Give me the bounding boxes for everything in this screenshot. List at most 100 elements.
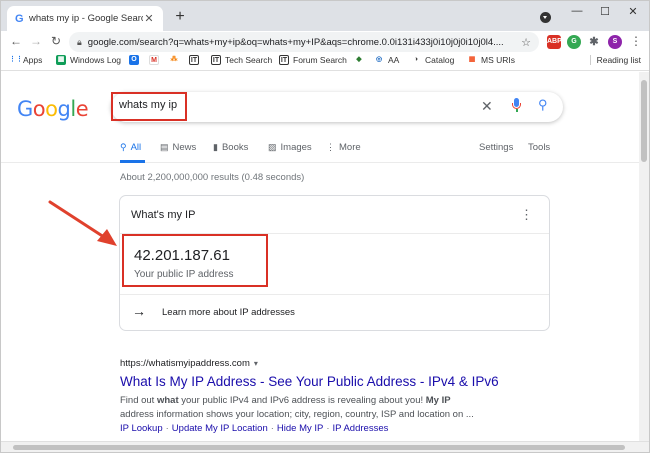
bookmark-apps[interactable]: ⋮⋮ Apps bbox=[9, 55, 42, 65]
browser-tab[interactable]: G whats my ip - Google Search ✕ bbox=[7, 6, 163, 31]
new-tab-button[interactable]: + bbox=[172, 8, 188, 26]
sitelink-ip-addresses[interactable]: IP Addresses bbox=[333, 423, 389, 434]
adblock-extension-icon[interactable]: ABP bbox=[547, 35, 562, 49]
red-annotation-arrow-icon bbox=[48, 200, 117, 246]
it-icon: IT bbox=[189, 55, 199, 65]
bookmark-label: Windows Log bbox=[70, 55, 122, 65]
bookmark-tech-search[interactable]: IT Tech Search bbox=[211, 55, 272, 65]
tab-images[interactable]: ▨ Images bbox=[268, 142, 312, 153]
bookmark-it[interactable]: IT bbox=[189, 55, 203, 65]
tab-close-icon[interactable]: ✕ bbox=[143, 12, 155, 25]
bookmark-label: Catalog bbox=[425, 55, 455, 65]
sitelink-ip-lookup[interactable]: IP Lookup bbox=[120, 423, 163, 434]
bookmark-gmail[interactable]: M bbox=[149, 55, 163, 65]
arrow-right-icon[interactable]: → bbox=[132, 303, 146, 319]
back-button[interactable]: ← bbox=[9, 34, 23, 48]
tab-label: News bbox=[172, 142, 197, 153]
reload-button[interactable]: ↻ bbox=[49, 34, 63, 48]
bookmark-outlook[interactable]: O bbox=[129, 55, 143, 65]
tab-books[interactable]: ▮ Books bbox=[213, 142, 248, 153]
result-stats: About 2,200,000,000 results (0.48 second… bbox=[120, 172, 305, 183]
close-window-button[interactable]: ✕ bbox=[626, 5, 640, 18]
card-heading: What's my IP bbox=[131, 209, 196, 221]
snippet-bold: what bbox=[156, 395, 179, 406]
profile-avatar[interactable]: S bbox=[608, 35, 622, 49]
result-url[interactable]: https://whatismyipaddress.com ▾ bbox=[120, 358, 258, 369]
scrollbar-thumb[interactable] bbox=[13, 445, 625, 450]
bookmark-aa[interactable]: ◎ AA bbox=[374, 55, 399, 65]
scrollbar-thumb[interactable] bbox=[641, 80, 647, 162]
more-options-icon[interactable]: ⋮ bbox=[520, 208, 533, 221]
bookmark-star-icon[interactable]: ☆ bbox=[521, 36, 531, 49]
tab-all[interactable]: ⚲ All bbox=[120, 142, 141, 153]
voice-search-icon[interactable] bbox=[512, 98, 521, 112]
reading-list-button[interactable]: Reading list bbox=[589, 55, 641, 65]
snippet-bold: My IP bbox=[425, 395, 451, 406]
sitelinks: IP Lookup · Update My IP Location · Hide My … bbox=[120, 423, 388, 434]
logo-letter: g bbox=[57, 97, 71, 121]
sitelink-separator: · bbox=[270, 423, 274, 434]
extensions-puzzle-icon[interactable]: ✱ bbox=[587, 35, 601, 49]
browser-window: G whats my ip - Google Search ✕ + — ☐ ✕ … bbox=[0, 0, 650, 453]
outlook-icon: O bbox=[129, 55, 139, 65]
result-tabs: ⚲ All ▤ News ▮ Books ▨ Images ⋮ More Set… bbox=[1, 135, 641, 163]
search-input[interactable]: whats my ip bbox=[119, 99, 177, 111]
browser-menu-icon[interactable]: ⋮ bbox=[629, 34, 643, 48]
clear-search-icon[interactable]: ✕ bbox=[481, 98, 493, 115]
forward-button[interactable]: → bbox=[29, 34, 43, 48]
tab-label: All bbox=[130, 142, 142, 153]
bookmark-ms-uris[interactable]: ▦ MS URIs bbox=[467, 55, 515, 65]
minimize-button[interactable]: — bbox=[570, 5, 584, 17]
search-box[interactable]: whats my ip ✕ ⚲ bbox=[111, 92, 563, 122]
tools-link[interactable]: Tools bbox=[528, 142, 550, 153]
lock-icon: 🔒︎ bbox=[77, 36, 82, 47]
logo-letter: o bbox=[32, 97, 46, 121]
settings-link[interactable]: Settings bbox=[479, 142, 513, 153]
learn-more-link[interactable]: Learn more about IP addresses bbox=[162, 307, 295, 318]
tab-more[interactable]: ⋮ More bbox=[326, 142, 361, 153]
sitelink-hide-ip[interactable]: Hide My IP bbox=[277, 423, 323, 434]
image-icon: ▨ bbox=[268, 142, 277, 152]
result-title-link[interactable]: What Is My IP Address - See Your Public … bbox=[120, 374, 499, 389]
ext-label: ABP bbox=[547, 38, 562, 45]
bookmark-windows-log[interactable]: ▦ Windows Log bbox=[56, 55, 121, 65]
chevron-down-icon[interactable]: ▾ bbox=[254, 359, 258, 368]
logo-letter: e bbox=[75, 97, 89, 121]
snippet-text: address information shows your location;… bbox=[120, 409, 474, 420]
bookmark-orange[interactable]: ⁂ bbox=[169, 55, 183, 65]
catalog-icon: ◑ bbox=[413, 56, 419, 63]
bookmark-catalog[interactable]: ◑ Catalog bbox=[411, 55, 454, 65]
snippet-text: Find out bbox=[120, 395, 157, 406]
news-icon: ▤ bbox=[160, 142, 169, 152]
tab-search-icon[interactable] bbox=[540, 12, 551, 23]
maximize-button[interactable]: ☐ bbox=[598, 5, 612, 18]
grammarly-extension-icon[interactable]: G bbox=[567, 35, 581, 49]
address-bar[interactable]: 🔒︎ google.com/search?q=whats+my+ip&oq=wh… bbox=[69, 32, 539, 52]
diamond-icon: ◆ bbox=[356, 56, 362, 63]
sitelink-update-location[interactable]: Update My IP Location bbox=[172, 423, 268, 434]
address-url[interactable]: google.com/search?q=whats+my+ip&oq=whats… bbox=[88, 37, 517, 48]
google-logo[interactable]: Google bbox=[17, 97, 89, 121]
tab-news[interactable]: ▤ News bbox=[160, 142, 196, 153]
bookmark-forum-search[interactable]: IT Forum Search bbox=[279, 55, 347, 65]
it-icon: IT bbox=[211, 55, 221, 65]
tab-strip: G whats my ip - Google Search ✕ + — ☐ ✕ bbox=[1, 1, 649, 31]
vertical-scrollbar[interactable] bbox=[639, 72, 649, 442]
horizontal-scrollbar[interactable] bbox=[1, 441, 649, 452]
search-icon: ⚲ bbox=[120, 142, 127, 152]
bookmark-label: Tech Search bbox=[225, 55, 273, 65]
logo-letter: o bbox=[45, 97, 58, 121]
aa-icon: ◎ bbox=[375, 56, 383, 63]
microsoft-icon: ▦ bbox=[468, 56, 476, 63]
result-url-text: https://whatismyipaddress.com bbox=[120, 358, 250, 369]
search-results-page: Google whats my ip ✕ ⚲ ⚲ All ▤ News ▮ Bo… bbox=[1, 72, 641, 442]
apps-grid-icon: ⋮⋮ bbox=[9, 56, 23, 63]
bookmark-green[interactable]: ◆ bbox=[354, 55, 368, 65]
search-icon[interactable]: ⚲ bbox=[538, 97, 548, 113]
bookmark-label: AA bbox=[388, 55, 400, 65]
card-divider bbox=[120, 294, 549, 295]
ext-label: S bbox=[612, 38, 618, 45]
ip-address-label: Your public IP address bbox=[134, 269, 234, 280]
sheets-icon: ▦ bbox=[56, 55, 66, 65]
bookmarks-bar: ⋮⋮ Apps ▦ Windows Log O M ⁂ IT IT Tech S… bbox=[1, 53, 649, 71]
